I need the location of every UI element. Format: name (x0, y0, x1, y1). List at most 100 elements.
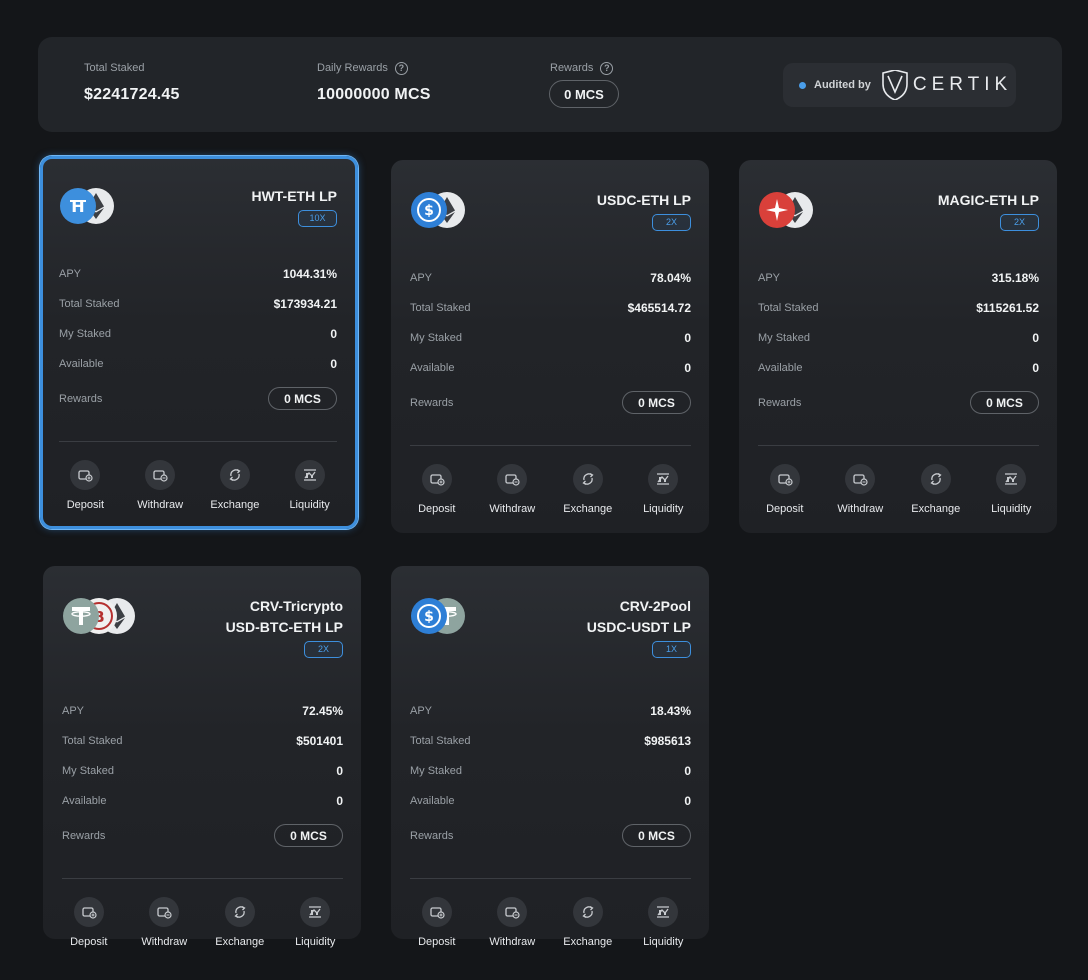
withdraw-icon (497, 897, 528, 927)
magic-icon (758, 191, 796, 229)
available-value: 0 (336, 794, 343, 808)
token-pair: H (59, 187, 115, 225)
liquidity-button[interactable]: Liquidity (974, 464, 1050, 519)
exchange-label: Exchange (563, 936, 613, 948)
row-available: Available 0 (758, 360, 1039, 376)
rewards-total-pill: 0 MCS (549, 80, 619, 108)
liquidity-label: Liquidity (295, 936, 336, 948)
liquidity-icon (648, 897, 679, 927)
pool-card[interactable]: $ CRV-2Pool USDC-USDT LP 1X APY 18.43% T… (391, 566, 709, 948)
pool-name-line1: MAGIC-ETH LP (937, 192, 1039, 208)
deposit-button[interactable]: Deposit (48, 460, 123, 515)
pool-actions: Deposit Withdraw Exchange Liquidity (399, 464, 701, 519)
exchange-button[interactable]: Exchange (550, 897, 626, 952)
help-icon[interactable]: ? (394, 61, 408, 75)
card-content: $ CRV-2Pool USDC-USDT LP 1X APY 18.43% T… (391, 566, 709, 948)
row-available: Available 0 (59, 356, 337, 372)
certik-logo: CERTIK (881, 70, 1012, 100)
deposit-button[interactable]: Deposit (747, 464, 823, 519)
total-staked-summary: Total Staked $2241724.45 (84, 61, 180, 104)
divider (62, 878, 343, 879)
pool-actions: Deposit Withdraw Exchange Liquidity (51, 897, 353, 952)
usdt-icon (62, 597, 100, 635)
liquidity-button[interactable]: Liquidity (278, 897, 354, 952)
deposit-button[interactable]: Deposit (399, 897, 475, 952)
exchange-button[interactable]: Exchange (198, 460, 273, 515)
deposit-icon (73, 897, 104, 927)
row-apy: APY 18.43% (410, 703, 691, 719)
withdraw-icon (845, 464, 876, 494)
deposit-button[interactable]: Deposit (399, 464, 475, 519)
total-staked-label: Total Staked (758, 302, 819, 314)
divider (59, 441, 337, 442)
deposit-label: Deposit (70, 936, 108, 948)
deposit-button[interactable]: Deposit (51, 897, 127, 952)
exchange-button[interactable]: Exchange (898, 464, 974, 519)
exchange-label: Exchange (563, 503, 613, 515)
available-value: 0 (330, 357, 337, 371)
exchange-icon (224, 897, 255, 927)
exchange-icon (219, 460, 250, 490)
row-rewards: Rewards 0 MCS (410, 824, 691, 847)
total-staked-value: $465514.72 (627, 301, 691, 315)
apy-label: APY (410, 705, 433, 717)
withdraw-button[interactable]: Withdraw (123, 460, 198, 515)
withdraw-label: Withdraw (489, 503, 536, 515)
row-total-staked: Total Staked $465514.72 (410, 300, 691, 316)
pool-name: MAGIC-ETH LP (938, 190, 1039, 211)
pool-card[interactable]: MAGIC-ETH LP 2X APY 315.18% Total Staked… (739, 160, 1057, 533)
liquidity-label: Liquidity (289, 499, 330, 511)
available-label: Available (59, 358, 104, 370)
rewards-label: Rewards (410, 396, 454, 409)
row-my-staked: My Staked 0 (758, 330, 1039, 346)
certik-wordmark: CERTIK (912, 74, 1013, 95)
my-staked-label: My Staked (59, 328, 111, 340)
deposit-label: Deposit (418, 503, 456, 515)
row-my-staked: My Staked 0 (410, 763, 691, 779)
row-rewards: Rewards 0 MCS (410, 391, 691, 414)
pool-card[interactable]: $ USDC-ETH LP 2X APY 78.04% Total Staked… (391, 160, 709, 533)
rewards-summary: Rewards ? (550, 61, 614, 75)
exchange-button[interactable]: Exchange (202, 897, 278, 952)
row-my-staked: My Staked 0 (62, 763, 343, 779)
card-content: H HWT-ETH LP 10X APY 1044.31% Total Stak… (40, 156, 355, 526)
my-staked-value: 0 (684, 331, 691, 345)
exchange-icon (920, 464, 951, 494)
row-my-staked: My Staked 0 (410, 330, 691, 346)
available-value: 0 (1032, 361, 1039, 375)
daily-rewards-summary: Daily Rewards ? 10000000 MCS (317, 61, 431, 104)
pool-name: CRV-2Pool USDC-USDT LP (587, 596, 691, 638)
pool-card[interactable]: B CRV-Tricrypto USD-BTC-ETH LP 2X APY 72… (43, 566, 361, 948)
help-icon[interactable]: ? (600, 61, 614, 75)
rewards-label: Rewards (550, 62, 594, 74)
total-staked-value: $985613 (644, 734, 691, 748)
my-staked-label: My Staked (410, 765, 462, 777)
row-apy: APY 1044.31% (59, 266, 337, 282)
daily-rewards-label: Daily Rewards (317, 62, 388, 74)
liquidity-button[interactable]: Liquidity (626, 464, 702, 519)
exchange-icon (572, 464, 603, 494)
total-staked-label: Total Staked (410, 735, 471, 747)
withdraw-button[interactable]: Withdraw (823, 464, 899, 519)
pool-name-line1: USDC-ETH LP (596, 192, 691, 208)
certik-shield-icon (882, 70, 908, 100)
exchange-button[interactable]: Exchange (550, 464, 626, 519)
available-label: Available (62, 795, 107, 807)
pool-name-line1: HWT-ETH LP (251, 188, 337, 204)
withdraw-button[interactable]: Withdraw (127, 897, 203, 952)
withdraw-button[interactable]: Withdraw (475, 464, 551, 519)
rewards-pill: 0 MCS (268, 387, 337, 410)
pool-card[interactable]: H HWT-ETH LP 10X APY 1044.31% Total Stak… (40, 156, 358, 529)
deposit-icon (769, 464, 800, 494)
liquidity-button[interactable]: Liquidity (272, 460, 347, 515)
row-rewards: Rewards 0 MCS (59, 387, 337, 410)
apy-value: 315.18% (991, 271, 1039, 285)
liquidity-button[interactable]: Liquidity (626, 897, 702, 952)
row-available: Available 0 (410, 793, 691, 809)
row-apy: APY 315.18% (758, 270, 1039, 286)
total-staked-label: Total Staked (59, 298, 120, 310)
liquidity-icon (648, 464, 679, 494)
audit-badge[interactable]: Audited by CERTIK (783, 63, 1016, 107)
withdraw-button[interactable]: Withdraw (475, 897, 551, 952)
my-staked-value: 0 (330, 327, 337, 341)
